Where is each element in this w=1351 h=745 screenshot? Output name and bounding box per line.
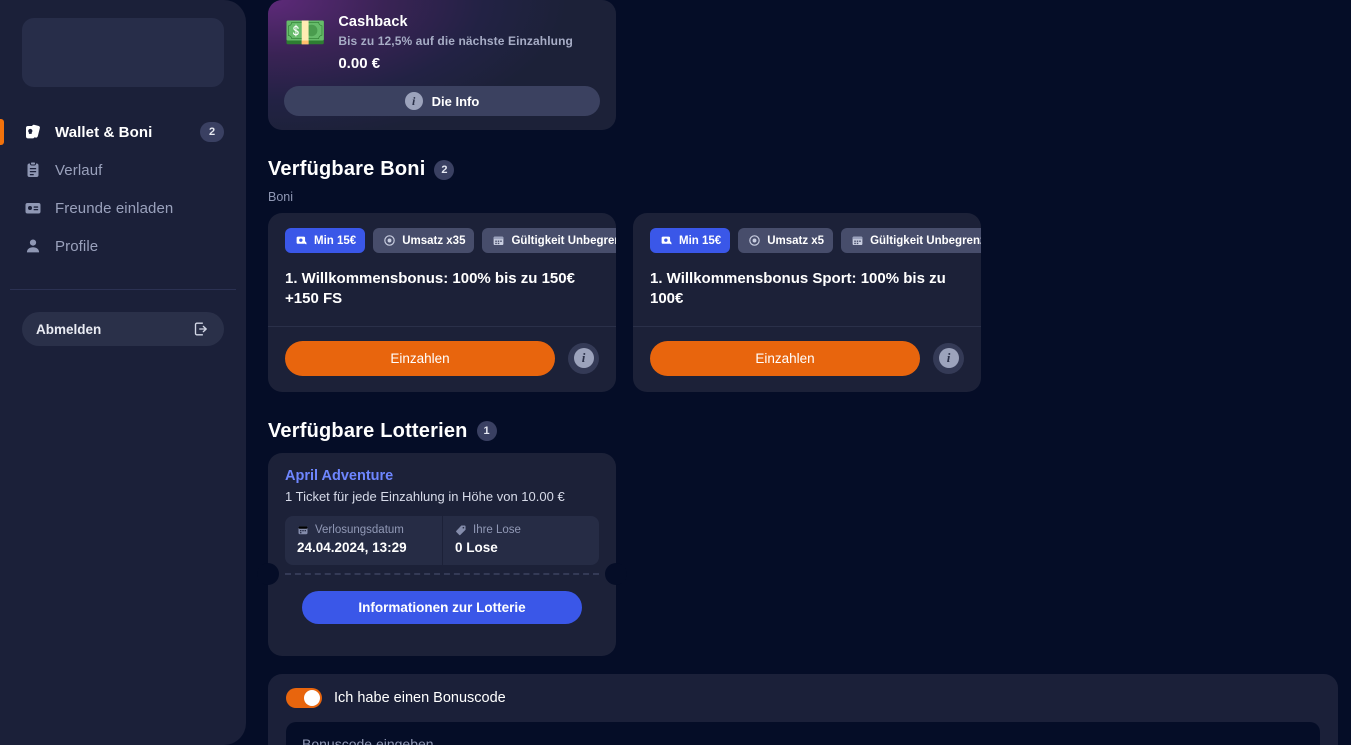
bonus-chip-min: Min 15€ xyxy=(285,228,366,253)
bonus-chip-validity: Gültigkeit Unbegrenzt xyxy=(482,228,616,253)
lottery-info-row: Verlosungsdatum 24.04.2024, 13:29 Ihre L… xyxy=(285,515,599,565)
cashback-card: 💵 Cashback Bis zu 12,5% auf die nächste … xyxy=(268,0,616,130)
lottery-card: April Adventure 1 Ticket für jede Einzah… xyxy=(268,452,616,656)
info-icon: i xyxy=(938,348,959,369)
bonus-info-button[interactable]: i xyxy=(568,342,599,374)
bonuses-title: Verfügbare Boni xyxy=(268,158,426,180)
bonus-chip-min: Min 15€ xyxy=(650,228,731,253)
bonus-card-body: Min 15€ Umsatz x5 Gültigkeit Unbegrenzt … xyxy=(633,213,981,326)
lottery-footer: Informationen zur Lotterie xyxy=(285,565,599,640)
deposit-button[interactable]: Einzahlen xyxy=(285,340,555,376)
clipboard-icon xyxy=(22,159,44,181)
sidebar-item-label: Profile xyxy=(55,237,99,255)
lotteries-section-header: Verfügbare Lotterien 1 xyxy=(268,420,1351,443)
lottery-draw-date-value: 24.04.2024, 13:29 xyxy=(297,539,407,555)
cashback-info-label: Die Info xyxy=(431,93,480,109)
bonuscode-input[interactable] xyxy=(286,721,1320,745)
lottery-perforation xyxy=(285,572,599,575)
lottery-draw-date-head: Verlosungsdatum xyxy=(297,524,430,536)
logout-button[interactable]: Abmelden xyxy=(22,312,224,346)
logout-icon xyxy=(192,320,210,338)
bonus-chip-wager: Umsatz x35 xyxy=(373,228,475,253)
bonus-card: Min 15€ Umsatz x35 Gültigkeit Unbegre 1.… xyxy=(268,213,616,392)
deposit-button[interactable]: Einzahlen xyxy=(650,340,920,376)
bonus-card: Min 15€ Umsatz x5 Gültigkeit Unbegrenzt … xyxy=(633,213,981,392)
calendar-icon xyxy=(297,524,309,536)
lotteries-title: Verfügbare Lotterien xyxy=(268,419,468,442)
bonus-chip-label: Umsatz x5 xyxy=(767,234,825,247)
sidebar-item-verlauf[interactable]: Verlauf xyxy=(0,151,246,189)
bonus-card-title: 1. Willkommensbonus Sport: 100% bis zu 1… xyxy=(650,270,946,308)
ticket-icon xyxy=(455,524,467,536)
cashback-subtitle: Bis zu 12,5% auf die nächste Einzahlung xyxy=(338,34,573,48)
info-icon: i xyxy=(573,348,594,369)
money-note-icon xyxy=(294,234,308,248)
bonus-chip-label: Umsatz x35 xyxy=(402,234,466,247)
lotteries-count-badge: 1 xyxy=(476,421,497,442)
lottery-tickets-label: Ihre Lose xyxy=(473,523,521,536)
sidebar-item-label: Freunde einladen xyxy=(55,199,174,217)
lottery-draw-date-label: Verlosungsdatum xyxy=(315,523,404,536)
bonus-card-body: Min 15€ Umsatz x35 Gültigkeit Unbegre 1.… xyxy=(268,213,616,326)
lottery-notch-left xyxy=(257,562,279,585)
bonus-card-footer: Einzahlen i xyxy=(268,325,616,392)
bonus-chip-label: Gültigkeit Unbegrenzt xyxy=(511,234,616,247)
sidebar-item-freunde-einladen[interactable]: Freunde einladen xyxy=(0,189,246,227)
cashback-info-button[interactable]: i Die Info xyxy=(284,86,600,116)
bonus-chip-label: Gültigkeit Unbegrenzt xyxy=(870,234,981,247)
lottery-card-wrap: April Adventure 1 Ticket für jede Einzah… xyxy=(257,452,627,656)
bonus-chip-row: Min 15€ Umsatz x35 Gültigkeit Unbegre xyxy=(285,228,616,253)
lottery-draw-date-cell: Verlosungsdatum 24.04.2024, 13:29 xyxy=(285,516,442,565)
bonuses-section-header: Verfügbare Boni 2 xyxy=(268,158,1351,181)
person-icon xyxy=(22,235,44,257)
bonus-card-footer: Einzahlen i xyxy=(633,325,981,392)
avatar-placeholder[interactable] xyxy=(22,18,224,87)
money-note-icon xyxy=(659,234,673,248)
sidebar: Wallet & Boni 2 Verlauf Freunde einladen… xyxy=(0,0,246,745)
bonuscode-card: Ich habe einen Bonuscode xyxy=(268,673,1338,745)
bonuscode-toggle[interactable] xyxy=(286,687,322,708)
bonuscode-toggle-label: Ich habe einen Bonuscode xyxy=(334,689,506,706)
toggle-knob xyxy=(304,689,320,706)
coin-icon xyxy=(747,234,761,248)
bonuses-count-badge: 2 xyxy=(434,159,455,180)
bonuses-subtitle: Boni xyxy=(268,190,294,204)
logout-label: Abmelden xyxy=(36,321,102,337)
sidebar-item-wallet-boni[interactable]: Wallet & Boni 2 xyxy=(0,113,246,151)
lottery-notch-right xyxy=(605,562,627,585)
bonuscode-toggle-row[interactable]: Ich habe einen Bonuscode xyxy=(286,687,1320,708)
info-icon: i xyxy=(404,92,423,110)
bonus-card-title: 1. Willkommensbonus: 100% bis zu 150€ +1… xyxy=(285,270,575,308)
sidebar-item-badge: 2 xyxy=(200,122,224,142)
cards-icon xyxy=(22,121,44,143)
main-content: 💵 Cashback Bis zu 12,5% auf die nächste … xyxy=(246,0,1351,745)
bonus-info-button[interactable]: i xyxy=(933,342,964,374)
bonus-chip-wager: Umsatz x5 xyxy=(738,228,834,253)
calendar-icon xyxy=(850,234,864,248)
lottery-description: 1 Ticket für jede Einzahlung in Höhe von… xyxy=(285,488,565,504)
sidebar-item-label: Verlauf xyxy=(55,161,103,179)
sidebar-nav: Wallet & Boni 2 Verlauf Freunde einladen… xyxy=(0,113,246,265)
sidebar-item-label: Wallet & Boni xyxy=(55,123,153,141)
calendar-icon xyxy=(491,234,505,248)
lottery-title: April Adventure xyxy=(285,467,394,484)
id-card-icon xyxy=(22,197,44,219)
bonus-chip-row: Min 15€ Umsatz x5 Gültigkeit Unbegrenzt xyxy=(650,228,981,253)
bonus-chip-label: Min 15€ xyxy=(679,234,722,247)
cashback-amount: 0.00 € xyxy=(338,55,381,72)
coin-icon xyxy=(382,234,396,248)
cashback-title: Cashback xyxy=(338,14,408,30)
sidebar-item-profile[interactable]: Profile xyxy=(0,227,246,265)
money-exchange-icon: 💵 xyxy=(284,14,327,52)
lottery-info-button[interactable]: Informationen zur Lotterie xyxy=(302,590,582,624)
app-root: Wallet & Boni 2 Verlauf Freunde einladen… xyxy=(0,0,1351,745)
lottery-tickets-head: Ihre Lose xyxy=(455,524,587,536)
bonus-chip-label: Min 15€ xyxy=(314,234,357,247)
lottery-tickets-value: 0 Lose xyxy=(455,539,498,555)
sidebar-divider xyxy=(10,289,236,290)
bonus-card-list: Min 15€ Umsatz x35 Gültigkeit Unbegre 1.… xyxy=(268,213,1351,392)
cashback-header: 💵 Cashback Bis zu 12,5% auf die nächste … xyxy=(284,14,600,72)
bonus-chip-validity: Gültigkeit Unbegrenzt xyxy=(841,228,981,253)
lottery-tickets-cell: Ihre Lose 0 Lose xyxy=(442,515,599,565)
